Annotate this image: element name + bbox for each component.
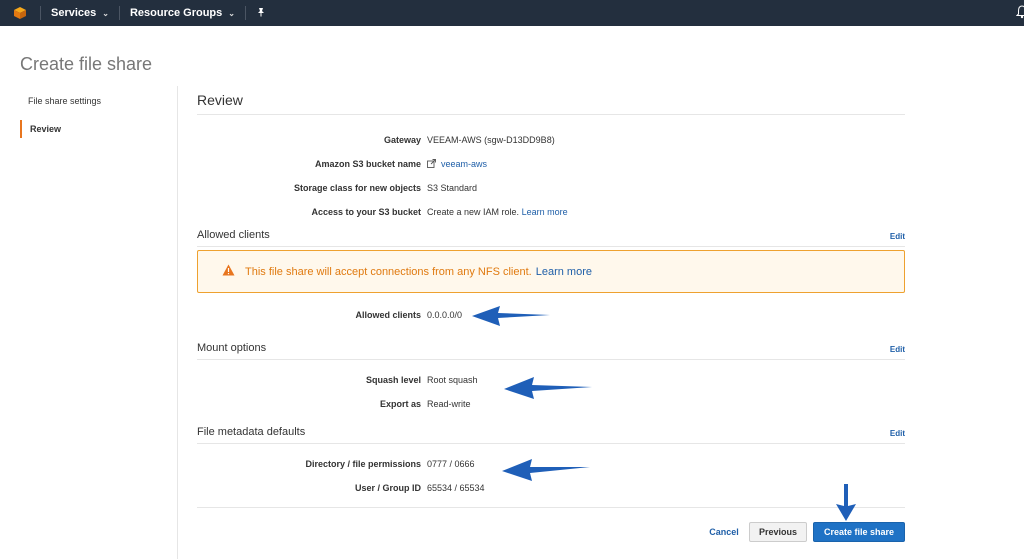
storage-class-label: Storage class for new objects [293, 183, 421, 193]
bucket-row: Amazon S3 bucket name veeam-aws [197, 152, 905, 176]
storage-class-row: Storage class for new objects S3 Standar… [197, 176, 905, 200]
bucket-value-wrap: veeam-aws [427, 159, 487, 170]
export-as-label: Export as [379, 399, 421, 409]
services-menu-label: Services [51, 7, 97, 19]
create-file-share-button[interactable]: Create file share [813, 522, 905, 542]
resource-groups-menu-label: Resource Groups [129, 7, 223, 19]
bucket-access-value-wrap: Create a new IAM role. Learn more [427, 207, 568, 217]
chevron-down-icon: ⌄ [228, 8, 235, 18]
footer-divider [197, 507, 905, 508]
squash-level-value: Root squash [427, 375, 478, 385]
edit-file-metadata-link[interactable]: Edit [890, 429, 905, 438]
annotation-arrow-icon [502, 459, 590, 481]
warning-text: This file share will accept connections … [245, 265, 532, 278]
annotation-arrow-icon [504, 377, 592, 399]
learn-more-link[interactable]: Learn more [522, 207, 568, 217]
bucket-link[interactable]: veeam-aws [441, 159, 487, 169]
wizard-steps-sidebar: File share settings Review [20, 92, 170, 148]
gateway-value: VEEAM-AWS (sgw-D13DD9B8) [427, 135, 555, 145]
warning-icon [222, 264, 235, 279]
review-header: Review [197, 92, 905, 115]
bucket-access-label: Access to your S3 bucket [311, 207, 421, 217]
edit-mount-options-link[interactable]: Edit [890, 345, 905, 354]
previous-button[interactable]: Previous [749, 522, 807, 542]
cancel-button[interactable]: Cancel [700, 522, 748, 542]
resource-groups-menu[interactable]: Resource Groups ⌄ [120, 0, 245, 26]
allowed-clients-label: Allowed clients [355, 310, 421, 320]
allowed-clients-header: Allowed clients Edit [197, 229, 905, 247]
sidebar-item-file-share-settings[interactable]: File share settings [20, 92, 170, 110]
bucket-label: Amazon S3 bucket name [314, 159, 421, 169]
page-title: Create file share [20, 54, 153, 74]
allowed-clients-section: Allowed clients Edit [197, 229, 905, 247]
top-nav-bar: Services ⌄ Resource Groups ⌄ [0, 0, 1024, 26]
allowed-clients-title: Allowed clients [197, 229, 270, 241]
bell-icon[interactable] [1015, 5, 1024, 24]
bucket-access-value: Create a new IAM role. [427, 207, 520, 217]
aws-logo-icon[interactable] [0, 0, 40, 26]
user-group-id-label: User / Group ID [354, 483, 421, 493]
allowed-clients-value: 0.0.0.0/0 [427, 310, 463, 320]
file-metadata-title: File metadata defaults [197, 426, 306, 438]
nfs-warning-alert: This file share will accept connections … [197, 250, 905, 293]
annotation-arrow-icon [836, 484, 856, 521]
services-menu[interactable]: Services ⌄ [41, 0, 119, 26]
gateway-row: Gateway VEEAM-AWS (sgw-D13DD9B8) [197, 128, 905, 152]
mount-options-header: Mount options Edit [197, 342, 905, 360]
pin-icon[interactable] [246, 7, 276, 20]
edit-allowed-clients-link[interactable]: Edit [890, 232, 905, 241]
mount-options-title: Mount options [197, 342, 267, 354]
squash-level-label: Squash level [365, 375, 421, 385]
permissions-label: Directory / file permissions [305, 459, 421, 469]
sidebar-divider [177, 86, 178, 559]
user-group-id-value: 65534 / 65534 [427, 483, 485, 493]
file-metadata-header: File metadata defaults Edit [197, 426, 905, 444]
annotation-arrow-icon [472, 306, 550, 326]
warning-learn-more-link[interactable]: Learn more [536, 266, 592, 278]
export-as-value: Read-write [427, 399, 471, 409]
storage-class-value: S3 Standard [427, 183, 478, 193]
gateway-label: Gateway [383, 135, 421, 145]
review-details: Gateway VEEAM-AWS (sgw-D13DD9B8) Amazon … [197, 128, 905, 224]
review-title: Review [197, 92, 243, 108]
external-link-icon [427, 158, 436, 170]
bucket-access-row: Access to your S3 bucket Create a new IA… [197, 200, 905, 224]
sidebar-item-review[interactable]: Review [20, 120, 170, 138]
review-panel: Review Gateway VEEAM-AWS (sgw-D13DD9B8) … [197, 92, 905, 224]
permissions-value: 0777 / 0666 [427, 459, 475, 469]
chevron-down-icon: ⌄ [102, 8, 109, 18]
